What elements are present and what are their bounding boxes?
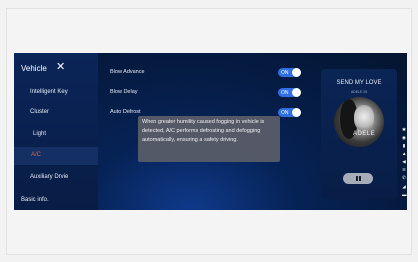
toggle-knob <box>292 88 301 97</box>
sidebar: Vehicle ✕ Intelligent Key Cluster Light … <box>14 53 98 210</box>
network-icon: ◢ <box>402 184 406 189</box>
auto-defrost-toggle[interactable]: ON <box>278 108 301 117</box>
bluetooth-icon: ✱ <box>402 127 406 132</box>
pause-button[interactable] <box>343 173 373 184</box>
battery-icon: ▬ <box>402 192 407 197</box>
sidebar-item-label: A/C <box>31 152 42 158</box>
signal-icon: ≋ <box>402 167 406 172</box>
sidebar-item-auxiliary-drive[interactable]: Auxiliary Drvie <box>14 170 98 188</box>
song-title: SEND MY LOVE <box>336 80 382 86</box>
album-face <box>354 105 374 131</box>
vehicle-settings-screen: Vehicle ✕ Intelligent Key Cluster Light … <box>14 53 407 210</box>
pause-icon <box>356 176 358 181</box>
blow-delay-label: Blow Delay <box>110 89 138 95</box>
blow-advance-label: Blow Advance <box>110 69 145 75</box>
sidebar-item-cluster[interactable]: Cluster <box>14 106 98 124</box>
sidebar-item-label: Cluster <box>30 109 50 115</box>
toggle-state: ON <box>281 69 289 76</box>
sidebar-item-ac[interactable]: A/C <box>14 147 98 165</box>
close-icon[interactable]: ✕ <box>56 62 65 73</box>
toggle-knob <box>292 68 301 77</box>
toggle-state: ON <box>281 89 289 96</box>
sidebar-item-label: Intelligent Key <box>30 89 68 95</box>
wifi-icon: ◉ <box>402 135 406 140</box>
sidebar-title: Vehicle <box>21 64 47 73</box>
auto-defrost-label: Auto Defrost <box>110 109 141 115</box>
sidebar-item-intelligent-key[interactable]: Intelligent Key <box>14 86 98 106</box>
media-card: SEND MY LOVE ADELE 25 ADELE <box>321 69 397 199</box>
phone-icon: ✆ <box>402 175 406 180</box>
toggle-knob <box>292 108 301 117</box>
album-art: ADELE <box>334 97 384 147</box>
blow-delay-toggle[interactable]: ON <box>278 88 301 97</box>
volume-icon: ◀ <box>402 159 406 164</box>
sidebar-item-light[interactable]: Light <box>14 127 98 145</box>
usb-icon: ▮ <box>402 143 406 148</box>
pause-icon <box>359 176 361 181</box>
sidebar-item-label: Auxiliary Drvie <box>30 174 69 180</box>
sidebar-item-label: Light <box>33 131 47 137</box>
blow-advance-toggle[interactable]: ON <box>278 68 301 77</box>
nav-icon: ▲ <box>402 151 407 156</box>
auto-defrost-tooltip: When greater humility caused fogging in … <box>138 116 280 162</box>
artist-name: ADELE 25 <box>350 90 368 94</box>
toggle-state: ON <box>281 109 289 116</box>
album-art-text: ADELE <box>353 131 376 137</box>
sidebar-item-basic-info[interactable]: Basic info. <box>21 197 49 203</box>
